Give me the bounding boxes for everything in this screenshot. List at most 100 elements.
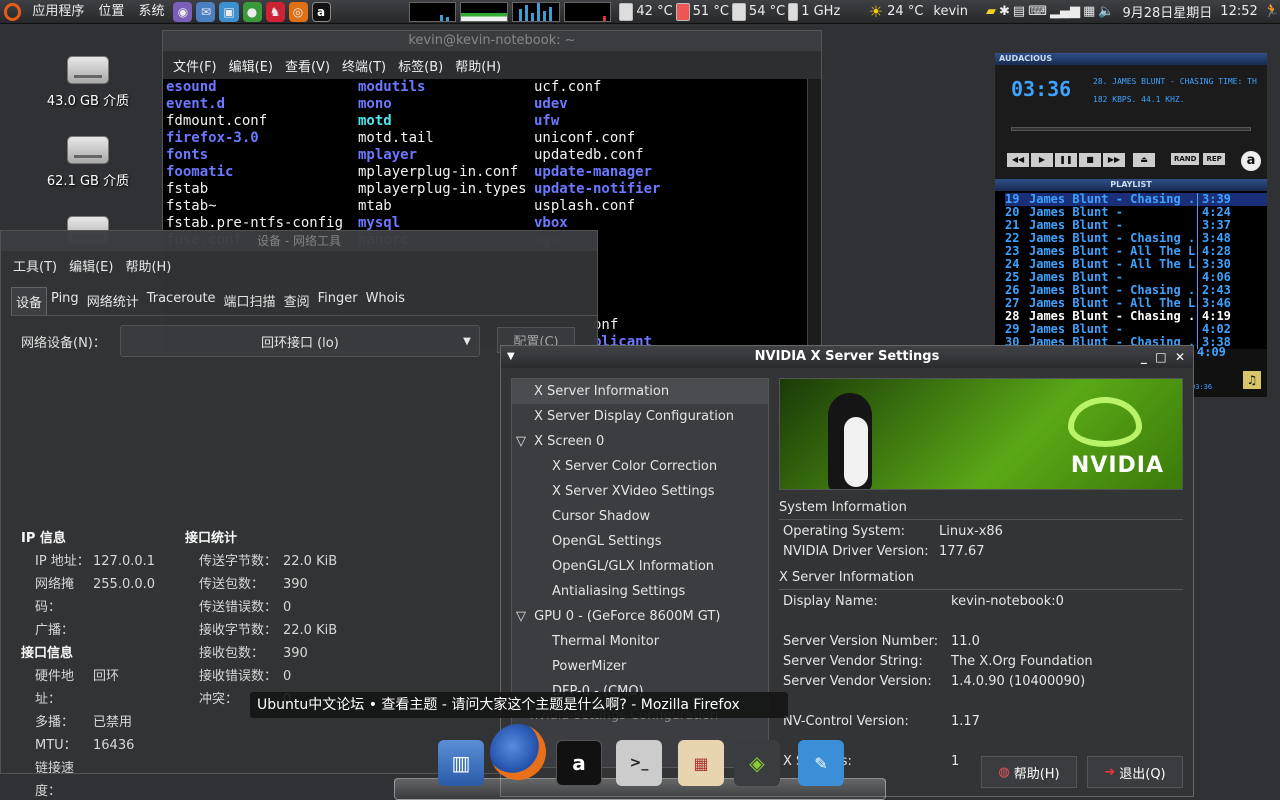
network-icon[interactable]: ▦ <box>1083 4 1095 19</box>
nettool-menu-tools[interactable]: 工具(T) <box>7 256 63 275</box>
notes-icon[interactable]: ▰ <box>986 4 996 19</box>
printer-icon[interactable]: ▤ <box>1013 4 1025 19</box>
audacious-titlebar[interactable]: AUDACIOUS <box>995 53 1267 65</box>
menu-places[interactable]: 位置 <box>91 0 131 23</box>
menu-applications[interactable]: 应用程序 <box>25 0 91 23</box>
tab-portscan[interactable]: 端口扫描 <box>220 287 280 315</box>
dock-text-editor-icon[interactable]: ✎ <box>798 740 844 786</box>
info-key: MTU： <box>35 738 77 753</box>
game-launcher-icon[interactable]: ● <box>242 1 262 22</box>
weather-sun-icon[interactable]: ☀ <box>869 2 883 21</box>
mail-launcher-icon[interactable]: ✉ <box>196 1 216 22</box>
cpu-monitor-graph[interactable] <box>408 1 457 22</box>
eject-icon[interactable]: ⏏ <box>1133 153 1155 167</box>
music-note-icon[interactable]: ♫ <box>1243 371 1261 389</box>
minimize-icon[interactable]: _ <box>1141 350 1147 364</box>
disk-monitor-graph[interactable] <box>563 1 612 22</box>
memory-monitor-graph[interactable] <box>460 1 509 22</box>
network-monitor-graph[interactable] <box>512 1 560 22</box>
signal-icon[interactable]: ▂▄▆ <box>1050 4 1080 19</box>
nettool-titlebar[interactable]: 设备 - 网络工具 <box>1 231 597 251</box>
dock-system-monitor-icon[interactable]: ▦ <box>678 740 724 786</box>
tree-item-label: PowerMizer <box>552 659 627 674</box>
firefox-launcher-icon[interactable]: ◎ <box>288 1 308 22</box>
tree-item[interactable]: Cursor Shadow <box>512 504 768 529</box>
nvidia-banner: NVIDIA <box>779 378 1183 490</box>
bluetooth-icon[interactable]: ✱ <box>999 4 1010 19</box>
play-icon[interactable]: ▶ <box>1031 153 1053 167</box>
dock-firefox-icon[interactable] <box>490 724 546 780</box>
stop-icon[interactable]: ■ <box>1079 153 1101 167</box>
tab-devices[interactable]: 设备 <box>11 287 48 315</box>
device-select[interactable]: 回环接口 (lo) ▼ <box>119 325 480 357</box>
dock-audacious-icon[interactable]: a <box>556 740 602 786</box>
repeat-button[interactable]: REP <box>1203 153 1225 165</box>
tree-item[interactable]: ▽ GPU 0 - (GeForce 8600M GT) <box>512 604 768 629</box>
weather-temp[interactable]: 24 °C <box>887 4 923 19</box>
terminal-menu-help[interactable]: 帮助(H) <box>449 56 507 75</box>
tab-netstat[interactable]: 网络统计 <box>83 287 143 315</box>
random-button[interactable]: RAND <box>1171 153 1200 165</box>
tab-lookup[interactable]: 查阅 <box>280 287 314 315</box>
pause-icon[interactable]: ❚❚ <box>1055 153 1077 167</box>
tree-item[interactable]: X Server Color Correction <box>512 454 768 479</box>
terminal-titlebar[interactable]: kevin@kevin-notebook: ~ <box>163 31 821 51</box>
tree-item[interactable]: X Server Information <box>512 379 768 404</box>
desktop-drive-2[interactable]: 62.1 GB 介质 <box>28 136 148 189</box>
audacious-launcher-icon[interactable]: a <box>311 1 331 22</box>
ubuntu-logo-icon[interactable] <box>4 2 22 21</box>
menu-system[interactable]: 系统 <box>131 0 171 23</box>
quit-button[interactable]: ➜ 退出(Q) <box>1087 756 1183 788</box>
dock-file-manager-icon[interactable]: ▥ <box>438 740 484 786</box>
virtualbox-launcher-icon[interactable]: ▣ <box>219 1 239 22</box>
tree-item[interactable]: PowerMizer <box>512 654 768 679</box>
maximize-icon[interactable]: □ <box>1155 350 1166 364</box>
terminal-menu-terminal[interactable]: 终端(T) <box>336 56 392 75</box>
user-name[interactable]: kevin <box>933 4 968 19</box>
tree-item[interactable]: Antialiasing Settings <box>512 579 768 604</box>
tab-finger[interactable]: Finger <box>314 287 362 315</box>
tree-item[interactable]: OpenGL/GLX Information <box>512 554 768 579</box>
pidgin-launcher-icon[interactable]: ◉ <box>173 1 193 22</box>
clock-display[interactable]: 12:52 <box>1220 4 1257 19</box>
tab-ping[interactable]: Ping <box>47 287 83 315</box>
terminal-menu-file[interactable]: 文件(F) <box>167 56 223 75</box>
playback-time[interactable]: 03:36 <box>1011 77 1071 101</box>
terminal-scrollbar[interactable] <box>807 79 821 351</box>
close-icon[interactable]: ✕ <box>1175 350 1185 364</box>
nettool-menu-edit[interactable]: 编辑(E) <box>63 256 119 275</box>
tab-traceroute[interactable]: Traceroute <box>143 287 220 315</box>
nvidia-titlebar[interactable]: ▼ NVIDIA X Server Settings _ □ ✕ <box>501 346 1193 368</box>
window-menu-icon[interactable]: ▼ <box>507 346 515 368</box>
run-man-icon[interactable]: 🏃 <box>1264 4 1280 19</box>
expander-icon[interactable]: ▽ <box>516 609 530 624</box>
audacious-logo-icon[interactable]: a <box>1241 151 1261 171</box>
terminal-menu-tabs[interactable]: 标签(B) <box>392 56 449 75</box>
qq-launcher-icon[interactable]: ♞ <box>265 1 285 22</box>
tree-item[interactable]: OpenGL Settings <box>512 529 768 554</box>
tree-item[interactable]: X Server Display Configuration <box>512 404 768 429</box>
tab-whois[interactable]: Whois <box>362 287 409 315</box>
desktop-drive-1[interactable]: 43.0 GB 介质 <box>28 56 148 109</box>
previous-icon[interactable]: ◀◀ <box>1007 153 1029 167</box>
volume-icon[interactable]: 🔈 <box>1098 4 1114 19</box>
info-row: 广播： <box>21 619 155 642</box>
next-icon[interactable]: ▶▶ <box>1103 153 1125 167</box>
tree-item[interactable]: ▽ X Screen 0 <box>512 429 768 454</box>
date-display[interactable]: 9月28日星期日 <box>1122 2 1212 21</box>
terminal-menu-edit[interactable]: 编辑(E) <box>223 56 279 75</box>
tree-item[interactable]: Thermal Monitor <box>512 629 768 654</box>
playlist-titlebar[interactable]: PLAYLIST <box>995 179 1267 191</box>
device-select-value: 回环接口 (lo) <box>260 335 339 351</box>
nettool-menu-help[interactable]: 帮助(H) <box>119 256 177 275</box>
dock-terminal-icon[interactable]: >_ <box>616 740 662 786</box>
help-button[interactable]: ◍ 帮助(H) <box>981 756 1077 788</box>
keyboard-icon[interactable]: ⌨ <box>1028 4 1047 19</box>
seek-bar[interactable] <box>1011 127 1251 131</box>
terminal-menu-view[interactable]: 查看(V) <box>279 56 336 75</box>
tree-item[interactable]: X Server XVideo Settings <box>512 479 768 504</box>
dock-nvidia-icon[interactable]: ◈ <box>734 740 780 786</box>
expander-icon[interactable]: ▽ <box>516 434 530 449</box>
cpu-freq[interactable]: 1 GHz <box>801 4 840 19</box>
playlist[interactable]: 19 James Blunt - Chasing ... 3:39 20 James B… <box>995 191 1267 349</box>
